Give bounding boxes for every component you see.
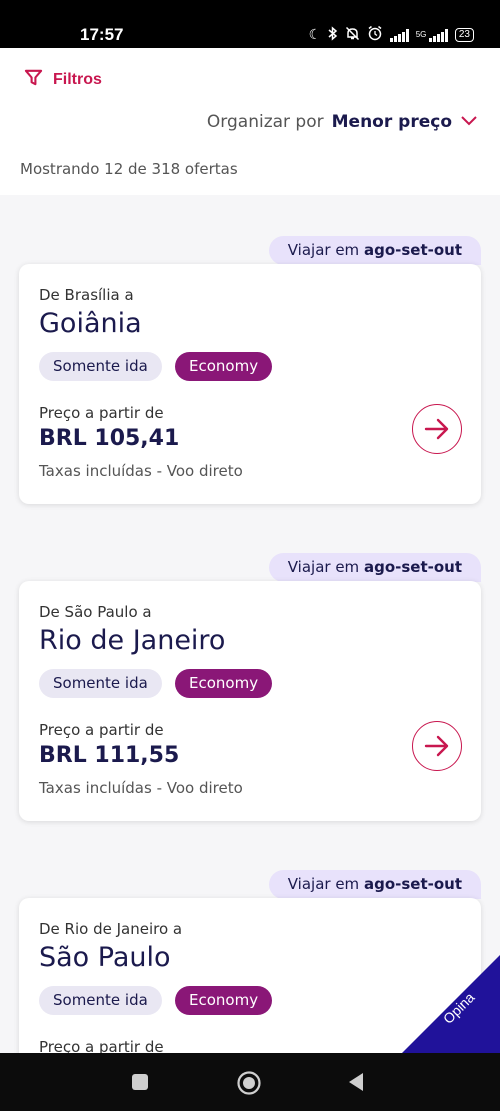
trip-type-chip: Somente ida: [39, 986, 162, 1015]
season-prefix: Viajar em: [287, 241, 360, 259]
results-header: Filtros Organizar por Menor preço Mostra…: [0, 48, 500, 195]
results-count: Mostrando 12 de 318 ofertas: [20, 160, 238, 178]
home-button[interactable]: [236, 1070, 262, 1100]
sort-dropdown[interactable]: Organizar por Menor preço: [207, 112, 478, 132]
filters-label: Filtros: [53, 71, 102, 88]
signal-5g-label: 5G: [415, 30, 427, 39]
signal-5g-icon: [429, 28, 448, 42]
price-label: Preço a partir de: [39, 404, 164, 422]
travel-season-tag: Viajar em ago-set-out: [268, 236, 481, 265]
destination: Rio de Janeiro: [39, 625, 226, 656]
back-triangle-icon: [349, 1073, 363, 1091]
square-icon: [132, 1074, 148, 1090]
origin-label: De Brasília a: [39, 286, 134, 304]
status-bar: 17:57 ☾ 5G 23: [0, 0, 500, 48]
status-time: 17:57: [80, 25, 124, 44]
signal-icon: [390, 28, 409, 42]
filters-button[interactable]: Filtros: [24, 68, 102, 92]
bluetooth-icon: [328, 25, 338, 45]
price-label: Preço a partir de: [39, 721, 164, 739]
offer-details: Taxas incluídas - Voo direto: [39, 779, 243, 797]
trip-type-chip: Somente ida: [39, 669, 162, 698]
price-label: Preço a partir de: [39, 1038, 164, 1053]
offer-card-wrapper: Viajar em ago-set-out De Brasília a Goiâ…: [19, 236, 481, 504]
feedback-tab[interactable]: Opina: [402, 955, 500, 1053]
status-icons: ☾ 5G 23: [309, 25, 474, 45]
system-nav-bar: [0, 1053, 500, 1111]
price: BRL 111,55: [39, 743, 180, 768]
moon-icon: ☾: [308, 27, 322, 43]
travel-season-tag: Viajar em ago-set-out: [268, 870, 481, 899]
season-value: ago-set-out: [363, 558, 462, 576]
origin-label: De São Paulo a: [39, 603, 152, 621]
cabin-chip: Economy: [175, 352, 273, 381]
sort-prefix: Organizar por: [206, 112, 324, 132]
filter-icon: [24, 68, 43, 92]
price: BRL 105,41: [39, 426, 180, 451]
circle-icon: [237, 1071, 261, 1095]
destination: Goiânia: [39, 308, 142, 339]
offers-page: Filtros Organizar por Menor preço Mostra…: [0, 48, 500, 1053]
battery-icon: 23: [454, 28, 474, 42]
trip-type-chip: Somente ida: [39, 352, 162, 381]
alarm-icon: [367, 25, 383, 45]
arrow-right-icon: [424, 735, 449, 757]
season-value: ago-set-out: [363, 875, 462, 893]
destination: São Paulo: [39, 942, 171, 973]
arrow-right-button[interactable]: [412, 404, 462, 454]
offer-card-wrapper: Viajar em ago-set-out De São Paulo a Rio…: [19, 553, 481, 821]
season-value: ago-set-out: [363, 241, 462, 259]
back-button[interactable]: [347, 1072, 365, 1096]
offer-card[interactable]: De São Paulo a Rio de Janeiro Somente id…: [19, 581, 481, 821]
bell-off-icon: [345, 26, 360, 45]
travel-season-tag: Viajar em ago-set-out: [268, 553, 481, 582]
cabin-chip: Economy: [175, 669, 273, 698]
cabin-chip: Economy: [175, 986, 273, 1015]
offer-details: Taxas incluídas - Voo direto: [39, 462, 243, 480]
season-prefix: Viajar em: [287, 558, 360, 576]
sort-value: Menor preço: [331, 112, 452, 132]
offer-card[interactable]: De Brasília a Goiânia Somente ida Econom…: [19, 264, 481, 504]
origin-label: De Rio de Janeiro a: [39, 920, 183, 938]
arrow-right-button[interactable]: [412, 721, 462, 771]
season-prefix: Viajar em: [287, 875, 360, 893]
arrow-right-icon: [424, 418, 449, 440]
recents-button[interactable]: [131, 1073, 149, 1095]
chevron-down-icon: [460, 112, 478, 132]
